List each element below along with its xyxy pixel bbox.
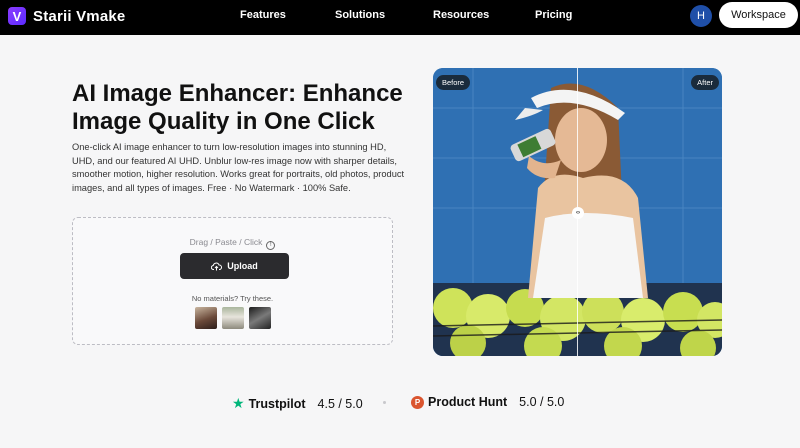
page-title: AI Image Enhancer: Enhance Image Quality… [72, 80, 403, 135]
brand-name: Starii Vmake [33, 7, 126, 25]
trustpilot-score: 4.5 / 5.0 [317, 396, 363, 411]
nav-link-resources[interactable]: Resources [433, 9, 489, 21]
workspace-button[interactable]: Workspace [719, 2, 798, 28]
vmake-logo-icon: V [8, 7, 26, 25]
brand-logo[interactable]: V Starii Vmake [8, 7, 125, 25]
user-avatar[interactable]: H [690, 5, 712, 27]
after-label: After [691, 75, 719, 90]
trustpilot-name: Trustpilot [248, 396, 306, 411]
cloud-upload-icon [211, 262, 223, 270]
upload-button-label: Upload [227, 261, 258, 271]
trustpilot-star-icon: ★ [232, 395, 245, 411]
before-label: Before [436, 75, 471, 90]
sample-thumbnail-bw[interactable] [249, 307, 271, 329]
nav-link-features[interactable]: Features [240, 9, 286, 21]
compare-slider-handle[interactable]: ‹› [572, 207, 584, 219]
product-hunt-score: 5.0 / 5.0 [519, 395, 565, 409]
upload-button[interactable]: Upload [180, 253, 289, 279]
sample-thumbnail-group[interactable] [222, 307, 244, 329]
product-hunt-name: Product Hunt [428, 395, 508, 409]
nav-link-pricing[interactable]: Pricing [535, 9, 572, 21]
before-after-compare[interactable]: ‹› Before After [433, 68, 722, 356]
nav-link-solutions[interactable]: Solutions [335, 9, 385, 21]
samples-label: No materials? Try these. [191, 294, 274, 303]
trustpilot-rating[interactable]: ★ Trustpilot 4.5 / 5.0 [232, 395, 363, 412]
hero-description: One-click AI image enhancer to turn low-… [72, 142, 405, 193]
upload-hint-text: Drag / Paste / Click [189, 237, 263, 247]
upload-hint: Drag / Paste / Click! [73, 237, 392, 250]
info-icon[interactable]: ! [266, 241, 276, 250]
product-hunt-icon: P [411, 395, 424, 409]
top-nav: V Starii Vmake Features Solutions Resour… [0, 0, 800, 35]
rating-separator [383, 401, 386, 404]
sample-thumbnail-portrait[interactable] [195, 307, 217, 329]
product-hunt-rating[interactable]: P Product Hunt 5.0 / 5.0 [411, 395, 564, 409]
upload-dropzone[interactable]: Drag / Paste / Click! Upload No material… [72, 217, 393, 345]
